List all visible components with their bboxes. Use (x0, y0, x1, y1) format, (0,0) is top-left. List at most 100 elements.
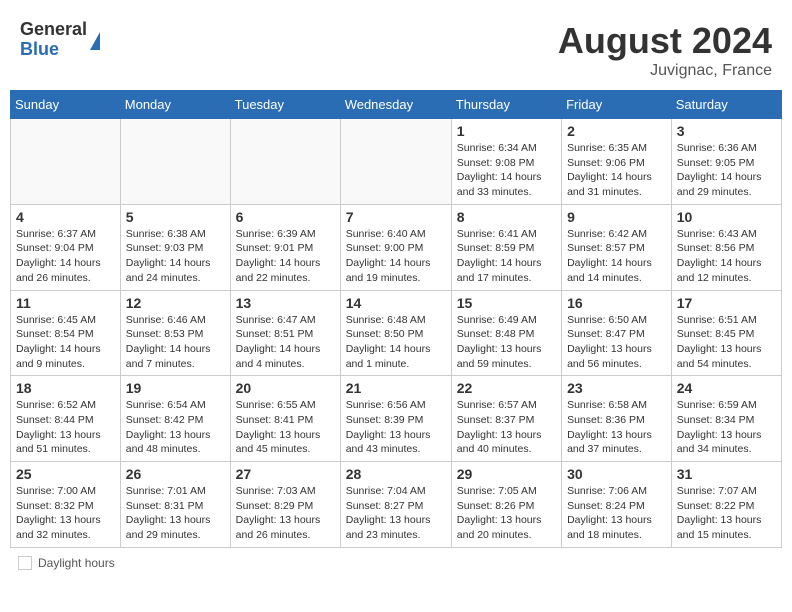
day-info: Sunrise: 6:57 AM Sunset: 8:37 PM Dayligh… (457, 398, 556, 457)
day-info: Sunrise: 6:38 AM Sunset: 9:03 PM Dayligh… (126, 227, 225, 286)
logo: General Blue (20, 20, 100, 60)
day-info: Sunrise: 6:46 AM Sunset: 8:53 PM Dayligh… (126, 313, 225, 372)
day-number: 30 (567, 466, 666, 482)
calendar-cell: 7 Sunrise: 6:40 AM Sunset: 9:00 PM Daylig… (340, 204, 451, 290)
calendar-cell (340, 119, 451, 205)
month-year-title: August 2024 (558, 20, 772, 62)
calendar-cell: 21 Sunrise: 6:56 AM Sunset: 8:39 PM Dayli… (340, 376, 451, 462)
day-info: Sunrise: 6:51 AM Sunset: 8:45 PM Dayligh… (677, 313, 776, 372)
day-info: Sunrise: 7:04 AM Sunset: 8:27 PM Dayligh… (346, 484, 446, 543)
day-info: Sunrise: 6:34 AM Sunset: 9:08 PM Dayligh… (457, 141, 556, 200)
calendar-cell: 28Sunrise: 7:04 AM Sunset: 8:27 PM Dayli… (340, 462, 451, 548)
weekday-header-tuesday: Tuesday (230, 91, 340, 119)
day-info: Sunrise: 7:05 AM Sunset: 8:26 PM Dayligh… (457, 484, 556, 543)
day-info: Sunrise: 6:42 AM Sunset: 8:57 PM Dayligh… (567, 227, 666, 286)
calendar-cell (120, 119, 230, 205)
day-number: 11 (16, 295, 115, 311)
day-number: 6 (236, 209, 335, 225)
day-info: Sunrise: 6:58 AM Sunset: 8:36 PM Dayligh… (567, 398, 666, 457)
logo-blue: Blue (20, 40, 87, 60)
day-number: 20 (236, 380, 335, 396)
day-info: Sunrise: 7:03 AM Sunset: 8:29 PM Dayligh… (236, 484, 335, 543)
day-info: Sunrise: 7:01 AM Sunset: 8:31 PM Dayligh… (126, 484, 225, 543)
calendar-cell: 25 Sunrise: 7:00 AM Sunset: 8:32 PM Dayli… (11, 462, 121, 548)
calendar-cell: 4 Sunrise: 6:37 AM Sunset: 9:04 PM Daylig… (11, 204, 121, 290)
day-info: Sunrise: 6:48 AM Sunset: 8:50 PM Dayligh… (346, 313, 446, 372)
calendar-cell: 29 Sunrise: 7:05 AM Sunset: 8:26 PM Dayli… (451, 462, 561, 548)
calendar-cell: 12 Sunrise: 6:46 AM Sunset: 8:53 PM Dayli… (120, 290, 230, 376)
day-info: Sunrise: 7:00 AM Sunset: 8:32 PM Dayligh… (16, 484, 115, 543)
day-number: 8 (457, 209, 556, 225)
day-info: Sunrise: 6:47 AM Sunset: 8:51 PM Dayligh… (236, 313, 335, 372)
calendar-cell (11, 119, 121, 205)
calendar-cell: 26Sunrise: 7:01 AM Sunset: 8:31 PM Dayli… (120, 462, 230, 548)
day-info: Sunrise: 6:56 AM Sunset: 8:39 PM Dayligh… (346, 398, 446, 457)
day-number: 4 (16, 209, 115, 225)
day-info: Sunrise: 6:41 AM Sunset: 8:59 PM Dayligh… (457, 227, 556, 286)
day-number: 17 (677, 295, 776, 311)
day-number: 31 (677, 466, 776, 482)
day-number: 9 (567, 209, 666, 225)
day-info: Sunrise: 6:54 AM Sunset: 8:42 PM Dayligh… (126, 398, 225, 457)
day-number: 3 (677, 123, 776, 139)
day-info: Sunrise: 6:39 AM Sunset: 9:01 PM Dayligh… (236, 227, 335, 286)
week-row-2: 4 Sunrise: 6:37 AM Sunset: 9:04 PM Daylig… (11, 204, 782, 290)
day-number: 25 (16, 466, 115, 482)
logo-triangle-icon (90, 32, 100, 50)
day-info: Sunrise: 7:06 AM Sunset: 8:24 PM Dayligh… (567, 484, 666, 543)
calendar-cell: 8 Sunrise: 6:41 AM Sunset: 8:59 PM Daylig… (451, 204, 561, 290)
calendar-cell: 2Sunrise: 6:35 AM Sunset: 9:06 PM Daylig… (562, 119, 672, 205)
day-info: Sunrise: 7:07 AM Sunset: 8:22 PM Dayligh… (677, 484, 776, 543)
calendar-cell: 13Sunrise: 6:47 AM Sunset: 8:51 PM Dayli… (230, 290, 340, 376)
daylight-box-icon (18, 556, 32, 570)
calendar-cell: 11 Sunrise: 6:45 AM Sunset: 8:54 PM Dayli… (11, 290, 121, 376)
weekday-header-saturday: Saturday (671, 91, 781, 119)
day-info: Sunrise: 6:45 AM Sunset: 8:54 PM Dayligh… (16, 313, 115, 372)
weekday-header-monday: Monday (120, 91, 230, 119)
title-block: August 2024 Juvignac, France (558, 20, 772, 80)
day-info: Sunrise: 6:59 AM Sunset: 8:34 PM Dayligh… (677, 398, 776, 457)
day-number: 24 (677, 380, 776, 396)
calendar-cell: 19 Sunrise: 6:54 AM Sunset: 8:42 PM Dayli… (120, 376, 230, 462)
calendar-cell: 10Sunrise: 6:43 AM Sunset: 8:56 PM Dayli… (671, 204, 781, 290)
calendar-table: SundayMondayTuesdayWednesdayThursdayFrid… (10, 90, 782, 548)
day-info: Sunrise: 6:55 AM Sunset: 8:41 PM Dayligh… (236, 398, 335, 457)
day-number: 16 (567, 295, 666, 311)
week-row-3: 11 Sunrise: 6:45 AM Sunset: 8:54 PM Dayli… (11, 290, 782, 376)
day-number: 14 (346, 295, 446, 311)
day-number: 29 (457, 466, 556, 482)
day-number: 19 (126, 380, 225, 396)
weekday-header-wednesday: Wednesday (340, 91, 451, 119)
weekday-header-thursday: Thursday (451, 91, 561, 119)
day-info: Sunrise: 6:37 AM Sunset: 9:04 PM Dayligh… (16, 227, 115, 286)
day-number: 7 (346, 209, 446, 225)
calendar-cell: 5Sunrise: 6:38 AM Sunset: 9:03 PM Daylig… (120, 204, 230, 290)
calendar-cell: 14 Sunrise: 6:48 AM Sunset: 8:50 PM Dayli… (340, 290, 451, 376)
weekday-header-friday: Friday (562, 91, 672, 119)
calendar-cell: 3 Sunrise: 6:36 AM Sunset: 9:05 PM Daylig… (671, 119, 781, 205)
day-info: Sunrise: 6:35 AM Sunset: 9:06 PM Dayligh… (567, 141, 666, 200)
day-number: 12 (126, 295, 225, 311)
week-row-1: 1Sunrise: 6:34 AM Sunset: 9:08 PM Daylig… (11, 119, 782, 205)
calendar-cell (230, 119, 340, 205)
day-number: 23 (567, 380, 666, 396)
calendar-cell: 31 Sunrise: 7:07 AM Sunset: 8:22 PM Dayli… (671, 462, 781, 548)
page-header: General Blue August 2024 Juvignac, Franc… (10, 10, 782, 85)
logo-general: General (20, 20, 87, 40)
day-number: 21 (346, 380, 446, 396)
day-number: 15 (457, 295, 556, 311)
calendar-cell: 20 Sunrise: 6:55 AM Sunset: 8:41 PM Dayli… (230, 376, 340, 462)
calendar-cell: 22Sunrise: 6:57 AM Sunset: 8:37 PM Dayli… (451, 376, 561, 462)
day-number: 27 (236, 466, 335, 482)
weekday-header-row: SundayMondayTuesdayWednesdayThursdayFrid… (11, 91, 782, 119)
calendar-cell: 6 Sunrise: 6:39 AM Sunset: 9:01 PM Daylig… (230, 204, 340, 290)
daylight-label: Daylight hours (38, 556, 115, 570)
day-number: 18 (16, 380, 115, 396)
day-info: Sunrise: 6:40 AM Sunset: 9:00 PM Dayligh… (346, 227, 446, 286)
logo-text: General Blue (20, 20, 87, 60)
week-row-4: 18Sunrise: 6:52 AM Sunset: 8:44 PM Dayli… (11, 376, 782, 462)
day-info: Sunrise: 6:36 AM Sunset: 9:05 PM Dayligh… (677, 141, 776, 200)
day-info: Sunrise: 6:49 AM Sunset: 8:48 PM Dayligh… (457, 313, 556, 372)
calendar-cell: 9 Sunrise: 6:42 AM Sunset: 8:57 PM Daylig… (562, 204, 672, 290)
day-info: Sunrise: 6:50 AM Sunset: 8:47 PM Dayligh… (567, 313, 666, 372)
